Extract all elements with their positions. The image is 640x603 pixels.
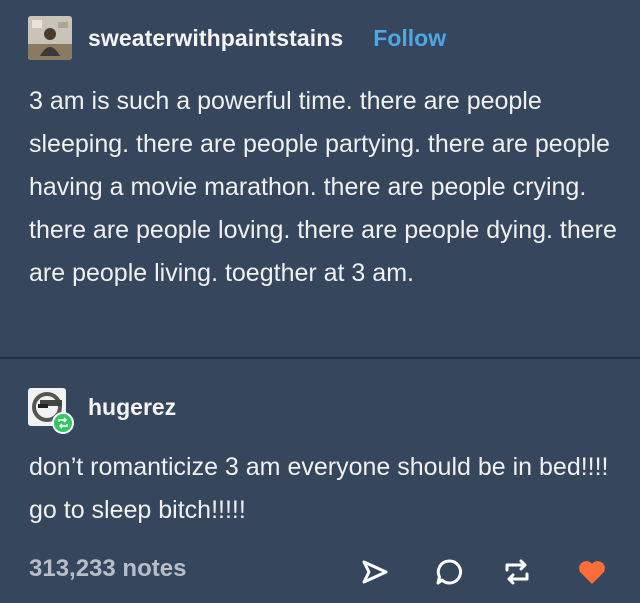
- post-text: 3 am is such a powerful time. there are …: [29, 87, 617, 287]
- username[interactable]: sweaterwithpaintstains: [88, 25, 343, 52]
- reblog-icon[interactable]: [501, 556, 533, 588]
- post-footer: 313,233 notes: [0, 548, 640, 594]
- reblog-text: don’t romanticize 3 am everyone should b…: [29, 453, 609, 524]
- avatar-image: [28, 16, 72, 60]
- reblog-badge-icon: [52, 412, 74, 434]
- like-icon[interactable]: [576, 556, 608, 588]
- avatar[interactable]: [28, 16, 72, 60]
- follow-button[interactable]: Follow: [373, 25, 446, 52]
- divider: [0, 357, 640, 359]
- reply-icon[interactable]: [433, 556, 465, 588]
- notes-count[interactable]: 313,233 notes: [29, 555, 186, 583]
- reblog-header: hugerez: [28, 388, 176, 434]
- share-icon[interactable]: [359, 556, 391, 588]
- post-header: sweaterwithpaintstains Follow: [28, 16, 446, 60]
- reblog-username[interactable]: hugerez: [88, 394, 176, 421]
- reblog-avatar[interactable]: [28, 388, 74, 434]
